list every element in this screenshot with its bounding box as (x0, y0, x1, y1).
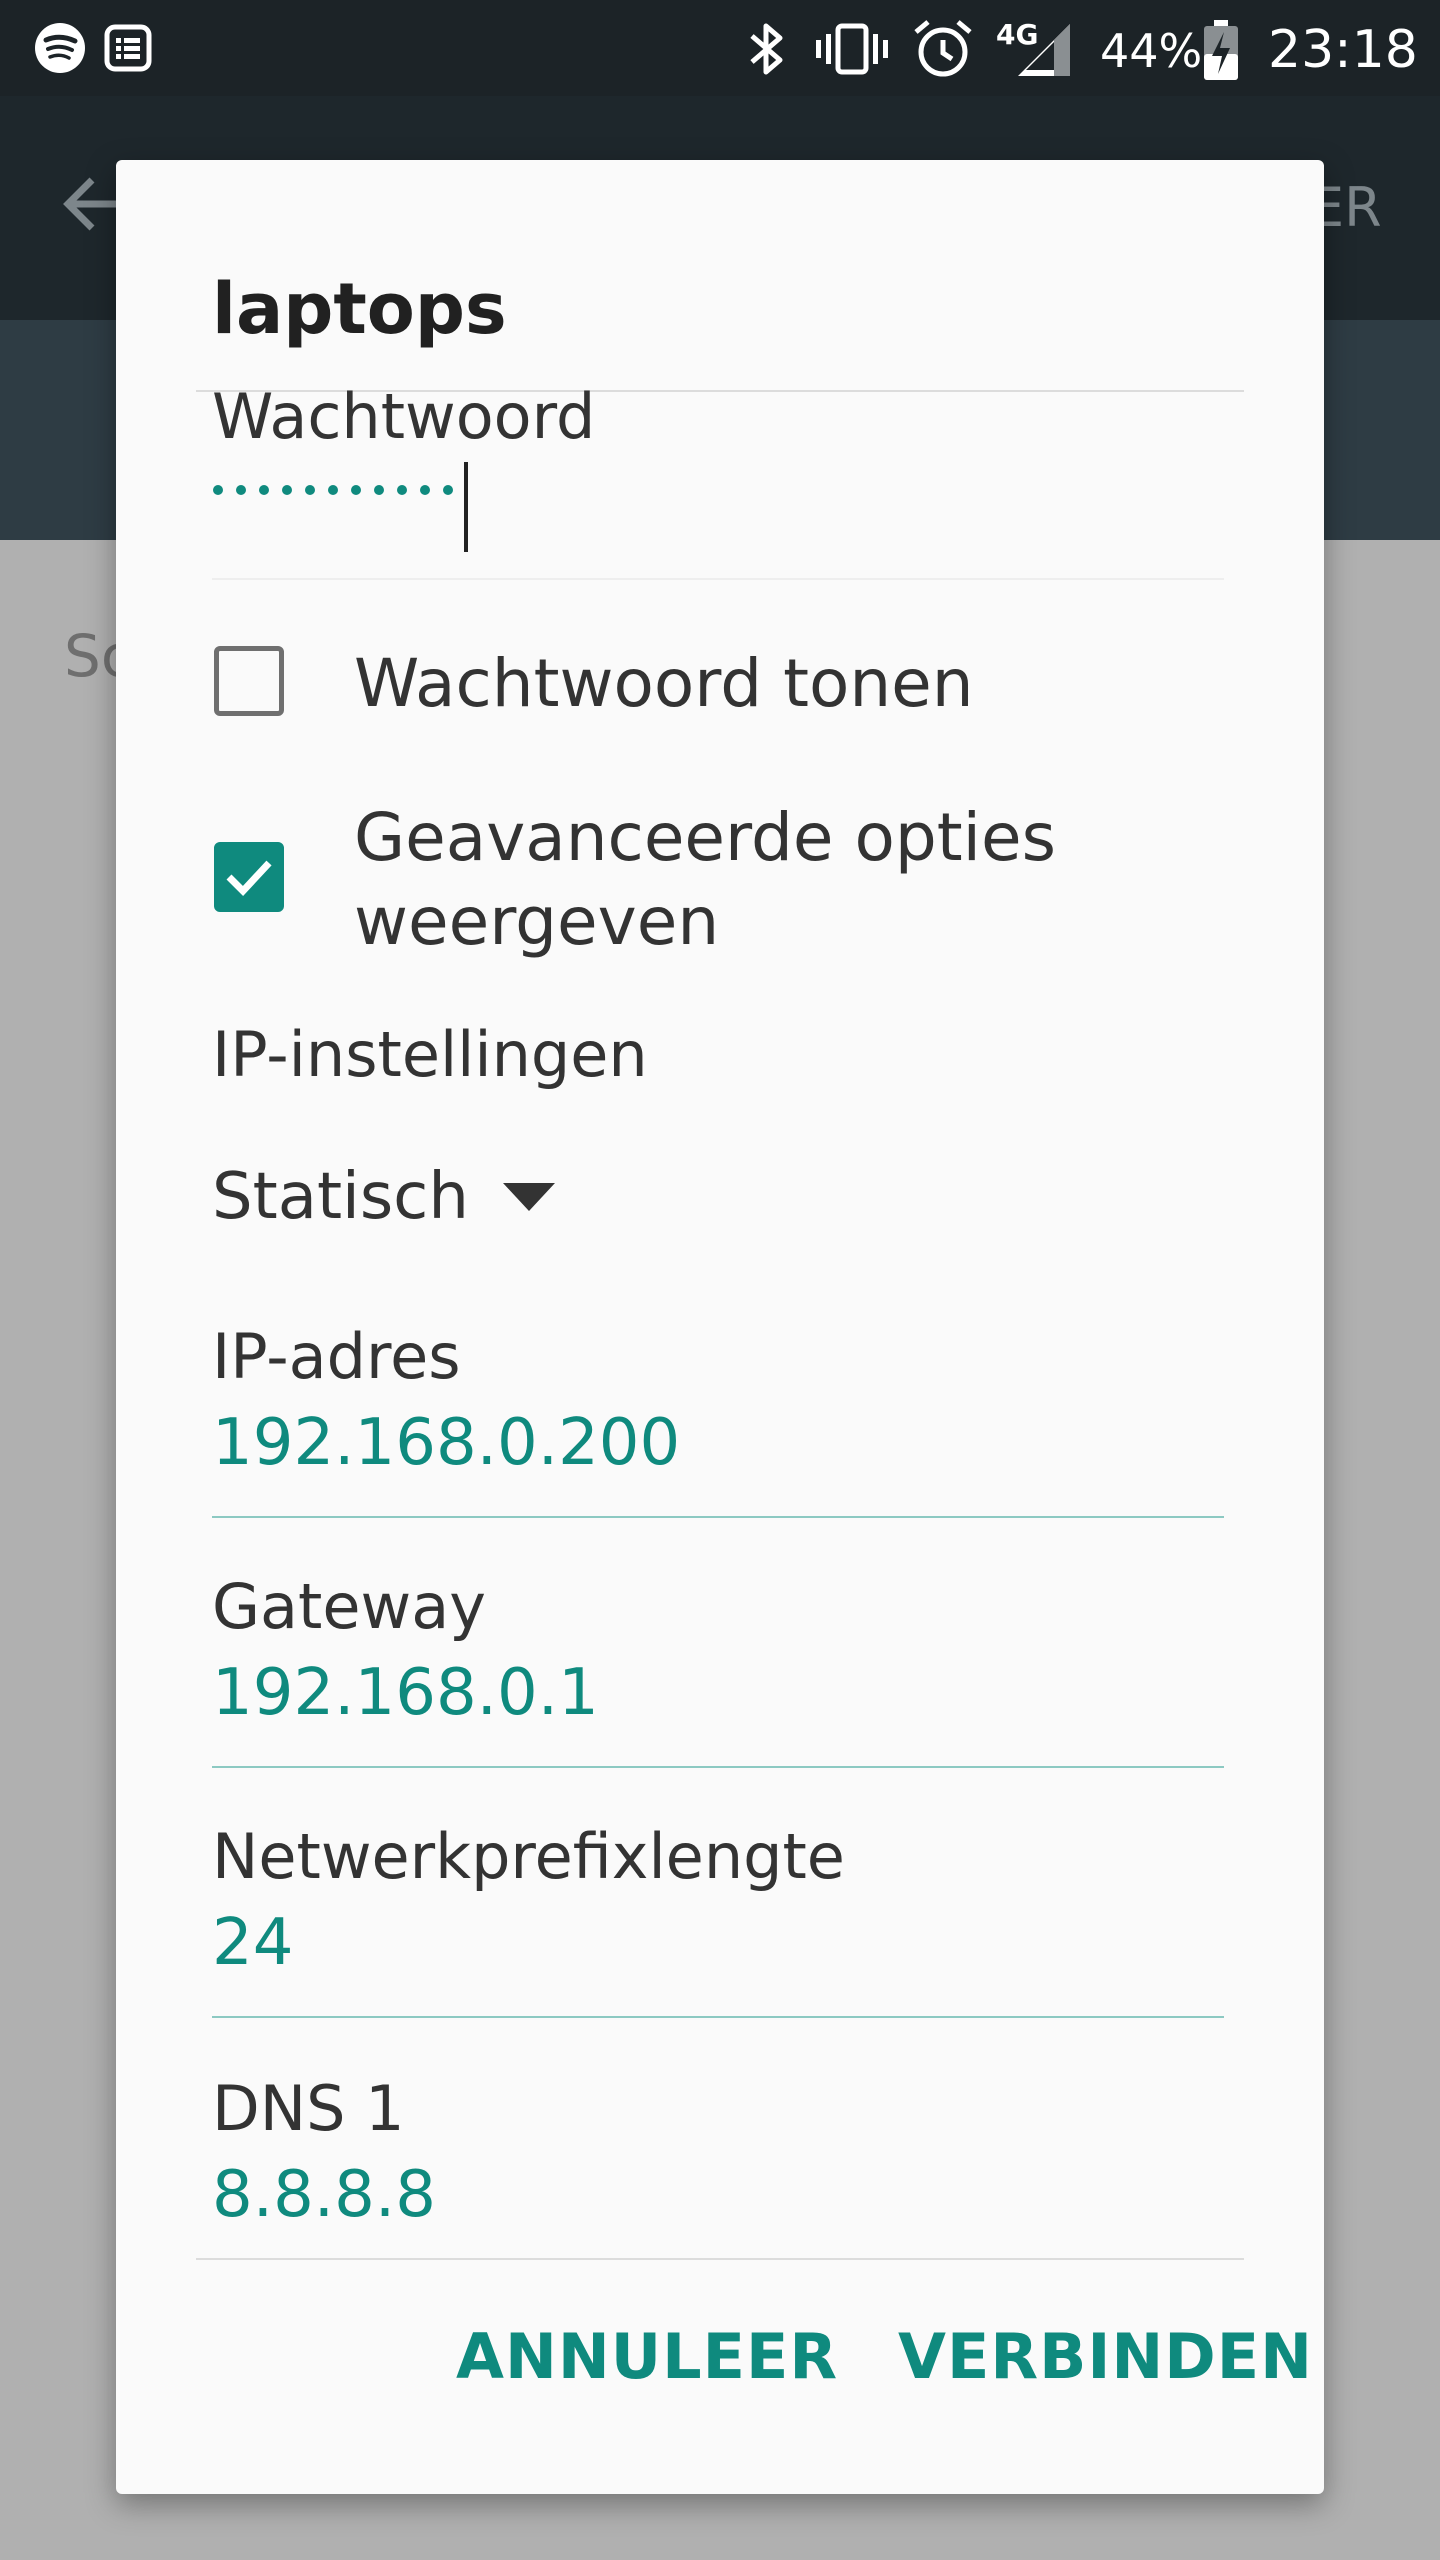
ip-settings-selected: Statisch (212, 1160, 469, 1234)
gateway-underline (212, 1766, 1224, 1768)
advanced-options-label-line2: weergeven (354, 883, 720, 960)
status-bar: 4G 44% 23:18 (0, 0, 1440, 96)
dns1-input[interactable]: 8.8.8.8 (212, 2158, 436, 2232)
advanced-options-label-line1: Geavanceerde opties (354, 799, 1056, 876)
prefix-length-label: Netwerkprefixlengte (212, 1820, 845, 1893)
clock: 23:18 (1268, 20, 1418, 80)
alarm-icon (912, 18, 974, 84)
spotify-icon (34, 22, 86, 78)
bluetooth-icon (746, 20, 788, 82)
advanced-options-checkbox[interactable] (214, 842, 284, 912)
password-input[interactable] (212, 478, 462, 512)
advanced-options-label: Geavanceerde opties weergeven (354, 796, 1056, 964)
battery-charging-icon (1200, 18, 1242, 86)
prefix-length-underline (212, 2016, 1224, 2018)
password-label: Wachtwoord (212, 380, 596, 453)
battery-percent: 44% (1100, 24, 1203, 78)
show-password-label: Wachtwoord tonen (354, 645, 974, 722)
dns1-label: DNS 1 (212, 2072, 405, 2145)
ip-settings-dropdown[interactable]: Statisch (212, 1160, 557, 1234)
ip-settings-label: IP-instellingen (212, 1018, 648, 1091)
show-password-checkbox[interactable] (214, 646, 284, 716)
text-cursor (464, 462, 468, 552)
ip-address-input[interactable]: 192.168.0.200 (212, 1406, 680, 1480)
dropdown-arrow-icon (502, 1183, 555, 1211)
vibrate-icon (814, 20, 890, 82)
cancel-button[interactable]: ANNULEER (456, 2320, 838, 2393)
gateway-input[interactable]: 192.168.0.1 (212, 1656, 599, 1730)
password-underline (212, 578, 1224, 580)
ip-address-label: IP-adres (212, 1320, 461, 1393)
checkmark-icon (226, 860, 272, 897)
buttons-divider (196, 2258, 1244, 2260)
notes-icon (104, 24, 152, 76)
gateway-label: Gateway (212, 1570, 486, 1643)
wifi-config-dialog: laptops Wachtwoord Wachtwoord tonen Geav… (116, 160, 1324, 2494)
dialog-title: laptops (212, 268, 507, 350)
ip-address-underline (212, 1516, 1224, 1518)
signal-icon (1010, 22, 1072, 82)
prefix-length-input[interactable]: 24 (212, 1906, 293, 1980)
connect-button[interactable]: VERBINDEN (898, 2320, 1313, 2393)
